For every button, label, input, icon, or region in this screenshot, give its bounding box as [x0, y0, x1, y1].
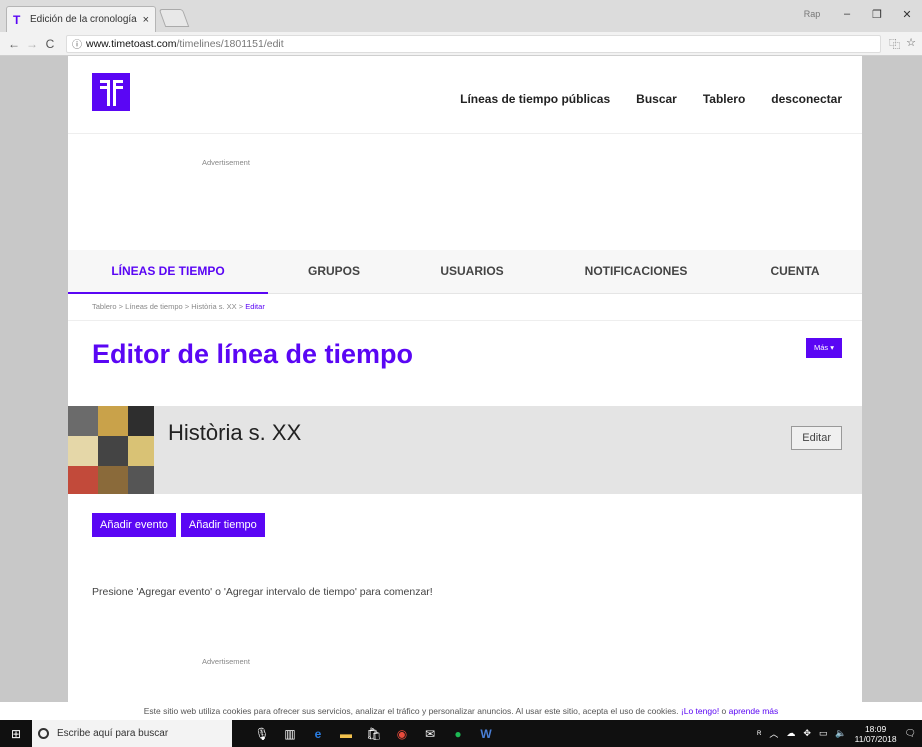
timeline-title: Història s. XX: [168, 420, 302, 445]
clock-date: 11/07/2018: [854, 733, 897, 744]
nav-public-timelines[interactable]: Líneas de tiempo públicas: [460, 92, 610, 106]
nav-logout[interactable]: desconectar: [771, 92, 842, 106]
tab-users[interactable]: USUARIOS: [400, 250, 544, 294]
notifications-icon[interactable]: 🗨: [905, 728, 916, 739]
edit-timeline-button[interactable]: Editar: [791, 426, 842, 450]
tab-close-icon[interactable]: ×: [143, 14, 149, 26]
dropbox-icon[interactable]: ✥: [803, 728, 811, 739]
advertisement-top: Advertisement: [68, 134, 862, 250]
network-icon[interactable]: ▭: [819, 728, 828, 739]
ad-label-bottom: Advertisement: [202, 657, 250, 666]
file-explorer-icon[interactable]: ▬: [338, 726, 354, 742]
breadcrumb: Tablero > Líneas de tiempo > Història s.…: [92, 302, 265, 311]
timeline-actions: Añadir evento Añadir tiempo: [92, 513, 265, 537]
mail-icon[interactable]: ✉: [422, 726, 438, 742]
microphone-icon[interactable]: 🎙: [254, 726, 270, 742]
tab-account[interactable]: CUENTA: [728, 250, 862, 294]
system-tray: ᴿ ︿ ☁ ✥ ▭ 🔈 18:09 11/07/2018 🗨: [757, 724, 922, 744]
add-span-button[interactable]: Añadir tiempo: [180, 513, 265, 537]
clock[interactable]: 18:09 11/07/2018: [855, 724, 897, 744]
cookie-learn-more-link[interactable]: aprende más: [729, 706, 779, 716]
tab-notifications[interactable]: NOTIFICACIONES: [544, 250, 728, 294]
new-tab-button[interactable]: [158, 9, 190, 27]
timeline-card: Història s. XX Editar: [68, 406, 862, 494]
url-host: www.timetoast.com: [86, 37, 177, 50]
volume-icon[interactable]: 🔈: [835, 728, 846, 739]
ad-label: Advertisement: [202, 158, 250, 167]
page-content: Líneas de tiempo públicas Buscar Tablero…: [68, 56, 862, 702]
page-viewport: Líneas de tiempo públicas Buscar Tablero…: [0, 56, 922, 702]
more-button[interactable]: Más ▾: [805, 338, 842, 358]
cookie-or: o: [719, 706, 729, 716]
taskbar-search-input[interactable]: Escribe aquí para buscar: [32, 720, 232, 747]
browser-tab[interactable]: T Edición de la cronología ×: [6, 6, 156, 32]
cloud-icon[interactable]: ☁: [786, 728, 795, 739]
taskbar: ⊞ Escribe aquí para buscar 🎙 ▥ e ▬ 🛍 ◉ ✉…: [0, 720, 922, 747]
url-path: /timelines/1801151/edit: [176, 37, 284, 50]
restore-icon[interactable]: ❐: [862, 8, 892, 21]
back-icon[interactable]: ←: [6, 37, 22, 51]
browser-tabbar: T Edición de la cronología × Rap – ❐ ✕: [0, 0, 922, 32]
word-icon[interactable]: W: [478, 726, 494, 742]
edge-icon[interactable]: e: [310, 726, 326, 742]
page-title: Editor de línea de tiempo: [92, 339, 414, 369]
timetoast-logo[interactable]: [92, 73, 130, 111]
add-event-button[interactable]: Añadir evento: [92, 513, 176, 537]
tab-timelines[interactable]: LÍNEAS DE TIEMPO: [68, 250, 268, 294]
timetoast-favicon-icon: T: [13, 12, 21, 27]
url-input[interactable]: ⓘ www.timetoast.com/timelines/1801151/ed…: [66, 34, 882, 53]
tab-title: Edición de la cronología: [30, 14, 137, 25]
tab-groups[interactable]: GRUPOS: [268, 250, 400, 294]
reload-icon[interactable]: C: [42, 37, 58, 51]
cookie-accept-link[interactable]: ¡Lo tengo!: [681, 706, 719, 716]
window-controls: Rap – ❐ ✕: [792, 0, 922, 28]
store-icon[interactable]: 🛍: [366, 726, 382, 742]
divider: [68, 320, 862, 321]
chrome-icon[interactable]: ◉: [394, 726, 410, 742]
tray-chevron-icon[interactable]: ︿: [769, 727, 778, 740]
search-placeholder: Escribe aquí para buscar: [57, 728, 169, 739]
taskbar-apps: 🎙 ▥ e ▬ 🛍 ◉ ✉ ● W: [254, 726, 494, 742]
section-tabs: LÍNEAS DE TIEMPO GRUPOS USUARIOS NOTIFIC…: [68, 250, 862, 294]
minimize-icon[interactable]: –: [832, 8, 862, 20]
cookie-text: Este sitio web utiliza cookies para ofre…: [143, 706, 681, 716]
cookie-banner: Este sitio web utiliza cookies para ofre…: [0, 702, 922, 720]
bookmark-star-icon[interactable]: ☆: [906, 36, 916, 52]
nav-search[interactable]: Buscar: [636, 92, 677, 106]
nav-dashboard[interactable]: Tablero: [703, 92, 745, 106]
windows-start-icon[interactable]: ⊞: [0, 727, 32, 741]
close-window-icon[interactable]: ✕: [892, 8, 922, 21]
site-header: Líneas de tiempo públicas Buscar Tablero…: [68, 56, 862, 134]
empty-state-hint: Presione 'Agregar evento' o 'Agregar int…: [92, 586, 433, 598]
spotify-icon[interactable]: ●: [450, 726, 466, 742]
site-info-icon[interactable]: ⓘ: [72, 36, 82, 51]
task-view-icon[interactable]: ▥: [282, 726, 298, 742]
top-navigation: Líneas de tiempo públicas Buscar Tablero…: [460, 92, 842, 106]
forward-icon[interactable]: →: [24, 37, 40, 51]
breadcrumb-path[interactable]: Tablero > Líneas de tiempo > Història s.…: [92, 302, 245, 311]
translate-icon[interactable]: ⿻: [889, 36, 900, 52]
timeline-thumbnail: [68, 406, 154, 494]
cortana-icon: [38, 728, 49, 739]
clock-time: 18:09: [864, 723, 887, 734]
address-bar-row: ← → C ⓘ www.timetoast.com/timelines/1801…: [0, 32, 922, 56]
profile-button[interactable]: Rap: [792, 9, 832, 19]
breadcrumb-current: Editar: [245, 302, 265, 311]
people-icon[interactable]: ᴿ: [757, 729, 761, 739]
